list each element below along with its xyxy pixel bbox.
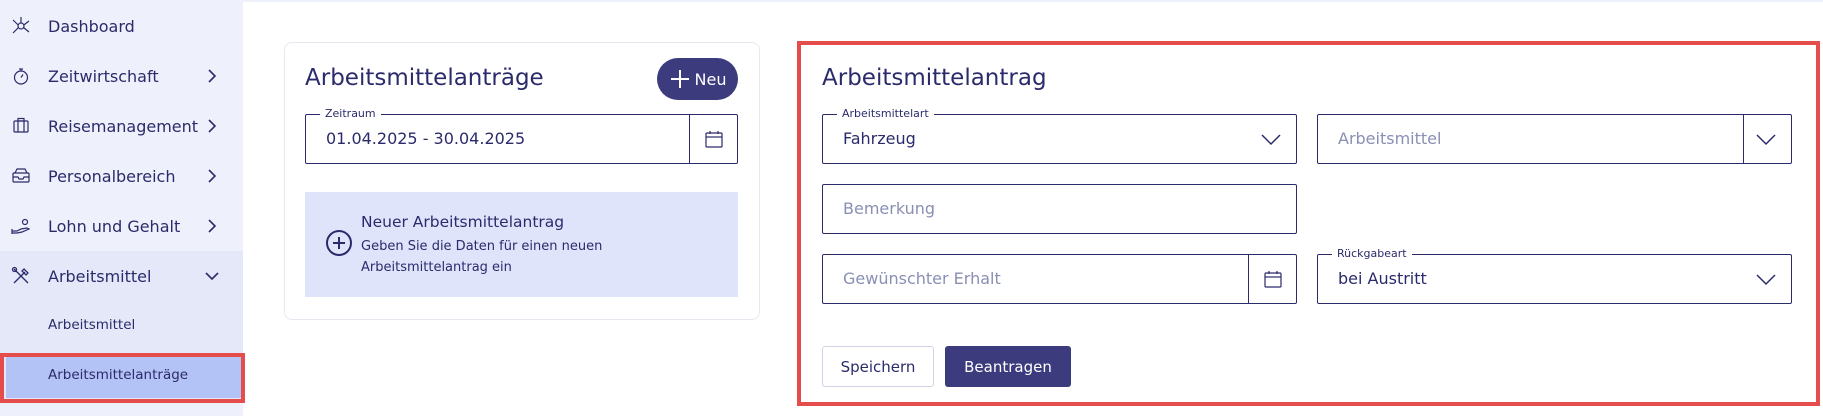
chevron-right-icon — [208, 69, 217, 83]
new-request-title: Neuer Arbeitsmittelantrag — [361, 213, 565, 231]
period-value: 01.04.2025 - 30.04.2025 — [326, 129, 526, 148]
add-circle-icon — [326, 230, 352, 256]
sidebar-subitem-arbeitsmittel[interactable]: Arbeitsmittel — [0, 301, 243, 351]
equipment-type-value: Fahrzeug — [843, 129, 916, 148]
sidebar-item-label: Personalbereich — [48, 166, 176, 186]
remark-placeholder: Bemerkung — [843, 199, 936, 218]
return-type-label: Rückgabeart — [1332, 247, 1412, 260]
save-button[interactable]: Speichern — [822, 346, 934, 387]
chevron-right-icon — [208, 169, 217, 183]
sidebar-item-reisemanagement[interactable]: Reisemanagement — [0, 101, 243, 151]
chevron-down-icon[interactable] — [1755, 129, 1777, 149]
return-type-value: bei Austritt — [1338, 269, 1427, 288]
stopwatch-icon — [9, 64, 33, 88]
plus-icon — [670, 70, 689, 88]
sidebar-item-arbeitsmittel[interactable]: Arbeitsmittel — [0, 251, 243, 301]
sidebar-item-personalbereich[interactable]: Personalbereich — [0, 151, 243, 201]
sidebar-item-lohn-und-gehalt[interactable]: Lohn und Gehalt — [0, 201, 243, 251]
chevron-down-icon — [205, 272, 219, 281]
tools-icon — [9, 264, 33, 288]
sidebar-subitem-arbeitsmittelantraege[interactable]: Arbeitsmittelanträge — [0, 351, 243, 401]
sidebar-item-label: Lohn und Gehalt — [48, 216, 181, 236]
new-request-button[interactable]: Neu — [657, 58, 738, 100]
equipment-type-label: Arbeitsmittelart — [837, 107, 934, 120]
travel-icon — [9, 114, 33, 138]
desired-receipt-placeholder: Gewünschter Erhalt — [843, 269, 1001, 288]
chevron-right-icon — [208, 119, 217, 133]
new-request-card[interactable]: Neuer Arbeitsmittelantrag Geben Sie die … — [305, 192, 738, 297]
sidebar-item-label: Dashboard — [48, 16, 135, 36]
field-divider — [1743, 115, 1744, 163]
new-request-description: Geben Sie die Daten für einen neuen Arbe… — [361, 239, 603, 275]
chevron-down-icon — [1261, 134, 1281, 146]
inbox-icon — [9, 164, 33, 188]
sidebar-item-zeitwirtschaft[interactable]: Zeitwirtschaft — [0, 51, 243, 101]
sidebar-subitem-label: Arbeitsmittel — [48, 317, 136, 333]
calendar-icon[interactable] — [1249, 255, 1297, 303]
sidebar: Dashboard Zeitwirtschaft Reisemanagement… — [0, 0, 243, 416]
chevron-right-icon — [208, 219, 217, 233]
calendar-icon[interactable] — [690, 115, 738, 163]
new-button-label: Neu — [694, 69, 727, 89]
period-label: Zeitraum — [320, 107, 381, 120]
sidebar-subitem-label: Arbeitsmittelanträge — [48, 367, 189, 383]
salary-icon — [9, 214, 33, 238]
top-divider — [243, 0, 1823, 2]
dashboard-icon — [9, 14, 33, 38]
equipment-type-select[interactable]: Arbeitsmittelart Fahrzeug — [822, 107, 1297, 164]
submit-request-button[interactable]: Beantragen — [945, 346, 1071, 387]
sidebar-item-label: Arbeitsmittel — [48, 266, 152, 286]
chevron-down-icon — [1756, 274, 1776, 286]
equipment-placeholder: Arbeitsmittel — [1338, 129, 1442, 148]
sidebar-item-label: Reisemanagement — [48, 116, 199, 136]
equipment-select[interactable]: Arbeitsmittel — [1317, 114, 1792, 164]
return-type-select[interactable]: Rückgabeart bei Austritt — [1317, 247, 1792, 304]
desired-receipt-date-field[interactable]: Gewünschter Erhalt — [822, 254, 1297, 304]
requests-panel-title: Arbeitsmittelanträge — [305, 65, 544, 91]
period-field[interactable]: Zeitraum 01.04.2025 - 30.04.2025 — [305, 107, 738, 164]
sidebar-item-label: Zeitwirtschaft — [48, 66, 159, 86]
form-title: Arbeitsmittelantrag — [822, 65, 1047, 91]
sidebar-item-dashboard[interactable]: Dashboard — [0, 1, 243, 51]
remark-input[interactable]: Bemerkung — [822, 184, 1297, 234]
